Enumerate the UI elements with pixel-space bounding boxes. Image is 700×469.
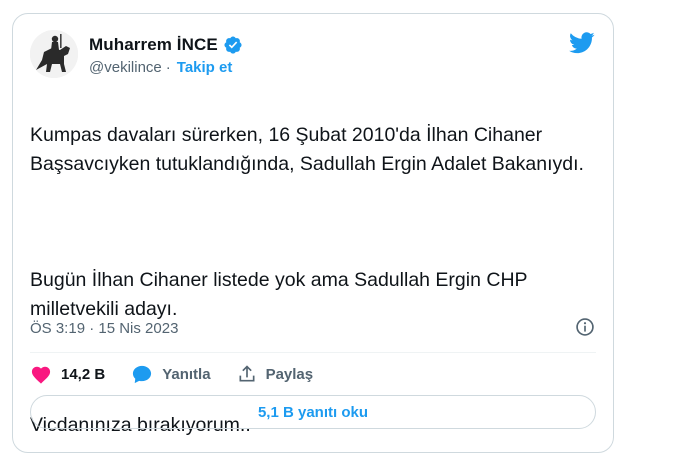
tweet-card: Muharrem İNCE @vekilince · Takip et Kump… [12,13,614,453]
like-count: 14,2 B [61,365,106,383]
author-name[interactable]: Muharrem İNCE [89,35,218,55]
verified-badge-icon [224,36,242,54]
read-replies-button[interactable]: 5,1 B yanıtı oku [30,395,596,429]
avatar[interactable] [30,30,78,78]
like-button[interactable]: 14,2 B [30,364,105,384]
author-handle[interactable]: @vekilince [89,59,162,76]
separator-dot: · [165,59,171,76]
twitter-bird-icon[interactable] [569,32,595,54]
author-name-row[interactable]: Muharrem İNCE [89,35,243,55]
heart-icon [31,366,51,384]
follow-button[interactable]: Takip et [177,59,233,76]
divider [30,352,596,353]
share-label: Paylaş [265,365,314,383]
tweet-paragraph-2: Bugün İlhan Cihaner listede yok ama Sadu… [30,269,528,320]
share-icon [239,365,255,382]
share-button[interactable]: Paylaş [237,364,314,384]
action-bar: 14,2 B Yanıtla Paylaş [30,364,339,384]
reply-button[interactable]: Yanıtla [131,364,211,384]
info-icon[interactable] [575,317,595,337]
tweet-timestamp[interactable]: ÖS 3:19 · 15 Nis 2023 [30,320,178,337]
tweet-paragraph-1: Kumpas davaları sürerken, 16 Şubat 2010'… [30,124,584,175]
reply-label: Yanıtla [162,365,211,383]
author-handle-row: @vekilince · Takip et [89,59,232,76]
speech-bubble-icon [133,365,152,384]
